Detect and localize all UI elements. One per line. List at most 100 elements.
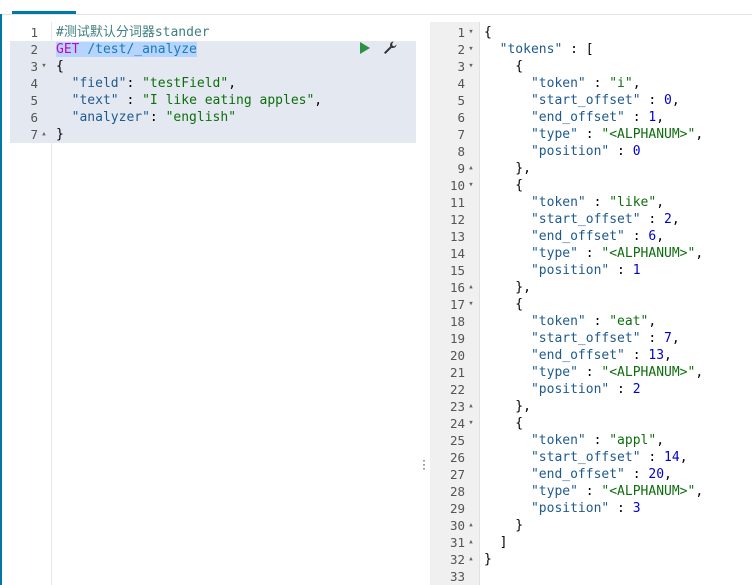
code-text: { <box>484 24 492 41</box>
code-text: "position" : 0 <box>484 143 641 160</box>
code-token: { <box>484 25 492 40</box>
play-icon[interactable] <box>360 42 370 54</box>
code-line[interactable]: 23 ▴ }, <box>430 398 752 415</box>
code-line[interactable]: 27 "end_offset" : 20, <box>430 466 752 483</box>
code-text: "end_offset" : 1, <box>484 109 664 126</box>
code-line[interactable]: 25 "token" : "appl", <box>430 432 752 449</box>
code-line[interactable]: 5 "text" : "I like eating apples", <box>10 92 416 109</box>
code-text: } <box>484 551 492 568</box>
code-text: "position" : 2 <box>484 381 641 398</box>
code-line[interactable]: 4 "token" : "i", <box>430 75 752 92</box>
code-line[interactable]: 20 "end_offset" : 13, <box>430 347 752 364</box>
code-token: }, <box>484 161 531 176</box>
code-line[interactable]: 22 "position" : 2 <box>430 381 752 398</box>
code-text: "analyzer": "english" <box>56 109 236 126</box>
code-token: { <box>484 59 524 74</box>
line-number: 2 <box>457 42 465 57</box>
code-line[interactable]: 30 ▴ } <box>430 517 752 534</box>
code-line[interactable]: 19 "start_offset" : 7, <box>430 330 752 347</box>
code-line[interactable]: 3 ▾ { <box>430 58 752 75</box>
fold-close-icon[interactable]: ▴ <box>466 551 476 568</box>
code-text: { <box>484 177 523 194</box>
line-number: 26 <box>449 450 465 465</box>
code-line[interactable]: 5 "start_offset" : 0, <box>430 92 752 109</box>
fold-open-icon[interactable]: ▾ <box>466 296 476 313</box>
request-editor[interactable]: 1 #测试默认分词器stander 2 GET /test/_analyze 3 ▾ {4 … <box>10 22 416 585</box>
code-token: , <box>695 246 704 261</box>
code-token: : <box>609 501 633 516</box>
line-number: 1 <box>30 25 38 40</box>
code-text: "tokens" : [ <box>484 41 594 58</box>
code-text: "end_offset" : 6, <box>484 228 664 245</box>
code-line[interactable]: 8 "position" : 0 <box>430 143 752 160</box>
code-token: , <box>671 93 680 108</box>
drag-handle-icon[interactable]: · · · <box>421 457 427 475</box>
code-token: , <box>671 331 680 346</box>
code-token: "position" <box>484 501 610 516</box>
code-token: "tokens" <box>484 42 563 57</box>
line-number: 13 <box>449 229 465 244</box>
code-line[interactable]: 7 ▴} <box>10 126 416 143</box>
fold-open-icon[interactable]: ▾ <box>466 41 476 58</box>
code-line[interactable]: 29 "position" : 3 <box>430 500 752 517</box>
code-token: "english" <box>165 110 237 125</box>
code-text: #测试默认分词器stander <box>56 24 210 41</box>
code-text: "type" : "<ALPHANUM>", <box>484 364 703 381</box>
code-line[interactable]: 24 ▾ { <box>430 415 752 432</box>
fold-open-icon[interactable]: ▾ <box>466 24 476 41</box>
code-line[interactable]: 28 "type" : "<ALPHANUM>", <box>430 483 752 500</box>
code-line[interactable]: 16 ▴ }, <box>430 279 752 296</box>
fold-close-icon[interactable]: ▴ <box>466 534 476 551</box>
code-token: "token" <box>484 433 586 448</box>
fold-open-icon[interactable]: ▾ <box>466 177 476 194</box>
fold-close-icon[interactable]: ▴ <box>466 279 476 296</box>
code-line[interactable]: 14 "type" : "<ALPHANUM>", <box>430 245 752 262</box>
code-line[interactable]: 2 ▾ "tokens" : [ <box>430 41 752 58</box>
line-number: 22 <box>449 382 465 397</box>
line-number: 23 <box>449 399 465 414</box>
code-token: , <box>228 76 237 91</box>
code-line[interactable]: 2 GET /test/_analyze <box>10 41 416 58</box>
code-text: "token" : "eat", <box>484 313 656 330</box>
line-number: 7 <box>457 127 465 142</box>
code-line[interactable]: 17 ▾ { <box>430 296 752 313</box>
code-line[interactable]: 9 ▴ }, <box>430 160 752 177</box>
code-line[interactable]: 7 "type" : "<ALPHANUM>", <box>430 126 752 143</box>
code-line[interactable]: 6 "end_offset" : 1, <box>430 109 752 126</box>
code-line[interactable]: 4 "field": "testField", <box>10 75 416 92</box>
code-line[interactable]: 10 ▾ { <box>430 177 752 194</box>
code-line[interactable]: 11 "token" : "like", <box>430 194 752 211</box>
code-line[interactable]: 1 #测试默认分词器stander <box>10 24 416 41</box>
code-line[interactable]: 6 "analyzer": "english" <box>10 109 416 126</box>
response-viewer[interactable]: 1 ▾{2 ▾ "tokens" : [3 ▾ {4 "token" : "i", 5 … <box>430 22 752 585</box>
code-line[interactable]: 18 "token" : "eat", <box>430 313 752 330</box>
code-token: , <box>656 433 665 448</box>
code-line[interactable]: 26 "start_offset" : 14, <box>430 449 752 466</box>
code-token: "I like eating apples" <box>142 93 315 108</box>
line-number: 5 <box>457 93 465 108</box>
code-text: "position" : 1 <box>484 262 641 279</box>
line-number: 16 <box>449 280 465 295</box>
code-line[interactable]: 21 "type" : "<ALPHANUM>", <box>430 364 752 381</box>
fold-open-icon[interactable]: ▾ <box>466 58 476 75</box>
fold-close-icon[interactable]: ▴ <box>466 398 476 415</box>
code-token: 14 <box>664 450 680 465</box>
wrench-icon[interactable] <box>382 40 398 56</box>
fold-close-icon[interactable]: ▴ <box>466 517 476 534</box>
code-line[interactable]: 3 ▾ { <box>10 58 416 75</box>
code-token: 7 <box>664 331 672 346</box>
code-line[interactable]: 12 "start_offset" : 2, <box>430 211 752 228</box>
code-line[interactable]: 33 <box>430 568 752 585</box>
code-line[interactable]: 13 "end_offset" : 6, <box>430 228 752 245</box>
code-line[interactable]: 31 ▴ ] <box>430 534 752 551</box>
code-line[interactable]: 1 ▾ { <box>430 24 752 41</box>
fold-open-icon[interactable]: ▾ <box>466 415 476 432</box>
pane-splitter[interactable] <box>417 22 429 585</box>
code-token: "analyzer" <box>56 110 150 125</box>
fold-close-icon[interactable]: ▴ <box>466 160 476 177</box>
fold-open-icon[interactable]: ▾ <box>39 58 49 75</box>
code-line[interactable]: 32 ▴} <box>430 551 752 568</box>
code-token: "end_offset" <box>484 110 625 125</box>
fold-close-icon[interactable]: ▴ <box>39 126 49 143</box>
code-line[interactable]: 15 "position" : 1 <box>430 262 752 279</box>
